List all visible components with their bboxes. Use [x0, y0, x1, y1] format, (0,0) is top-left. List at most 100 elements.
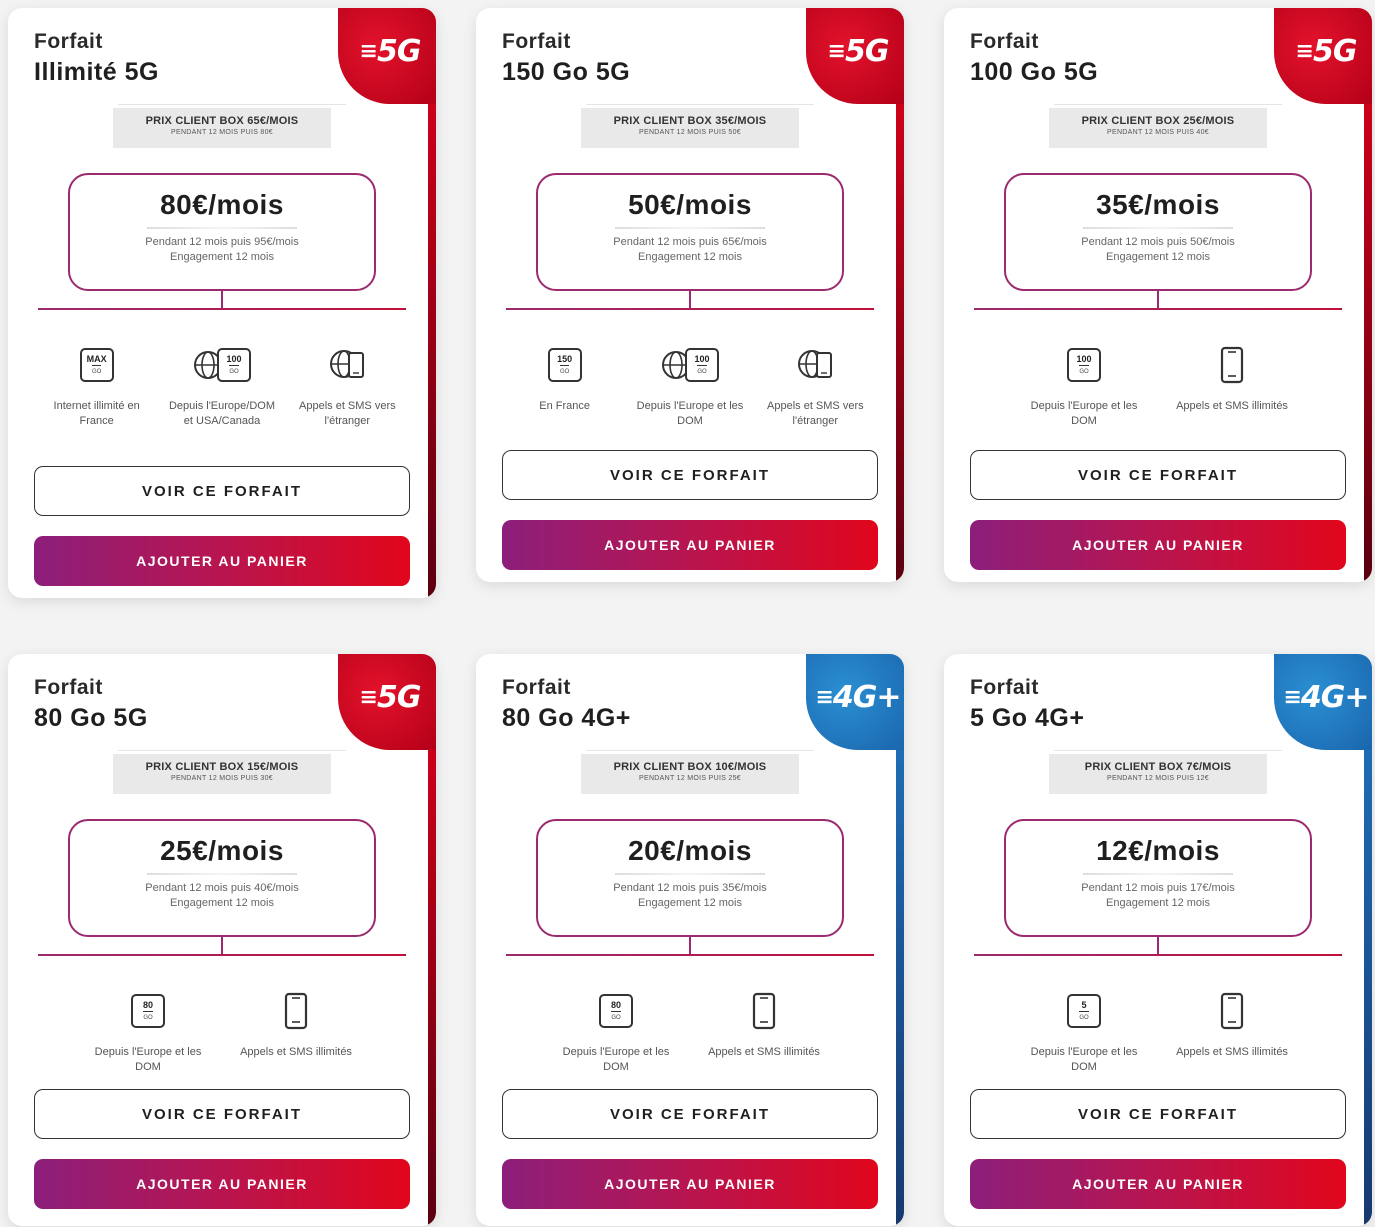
- plan-title-prefix: Forfait: [502, 30, 571, 53]
- feature-label: Appels et SMS illimités: [708, 1046, 820, 1058]
- price-underline: [615, 873, 765, 875]
- phone-icon: [1174, 343, 1290, 387]
- network-badge: ≡ 4G+: [806, 654, 904, 750]
- promo-duration: PENDANT 12 MOIS PUIS 12€: [1107, 775, 1209, 782]
- commitment: Engagement 12 mois: [1106, 897, 1210, 909]
- commitment: Engagement 12 mois: [638, 251, 742, 263]
- add-to-cart-button[interactable]: AJOUTER AU PANIER: [34, 536, 410, 586]
- data-100-icon: 100 GO: [1026, 343, 1142, 387]
- feature-item: 80 GO Depuis l'Europe et les DOM: [90, 989, 206, 1075]
- feature-item: 80 GO Depuis l'Europe et les DOM: [558, 989, 674, 1075]
- add-to-cart-button[interactable]: AJOUTER AU PANIER: [970, 520, 1346, 570]
- data-amount: 80: [142, 999, 153, 1010]
- feature-item: Appels et SMS illimités: [1174, 343, 1290, 429]
- promo-price: PRIX CLIENT BOX 25€/MOIS: [1081, 115, 1235, 127]
- price-detail: Pendant 12 mois puis 35€/mois: [613, 882, 767, 894]
- price-box: 50€/mois Pendant 12 mois puis 65€/mois E…: [536, 173, 844, 291]
- features-list: 80 GO Depuis l'Europe et les DOM Appels …: [34, 989, 410, 1075]
- view-plan-button[interactable]: VOIR CE FORFAIT: [34, 466, 410, 516]
- add-to-cart-button[interactable]: AJOUTER AU PANIER: [502, 1159, 878, 1209]
- box-client-promo: PRIX CLIENT BOX 25€/MOIS PENDANT 12 MOIS…: [1049, 108, 1267, 148]
- plan-card: ≡ 4G+ Forfait 80 Go 4G+ PRIX CLIENT BOX …: [476, 654, 904, 1226]
- data-amount: 80: [610, 999, 621, 1010]
- price-underline: [147, 873, 297, 875]
- data-unit: GO: [229, 364, 239, 377]
- plan-price: 50€/mois: [628, 189, 752, 220]
- data-amount: 150: [557, 353, 573, 364]
- network-badge: ≡ 4G+: [1274, 654, 1372, 750]
- data-80-icon: 80 GO: [90, 989, 206, 1033]
- network-label: 4G+: [832, 679, 902, 715]
- view-plan-button[interactable]: VOIR CE FORFAIT: [502, 1089, 878, 1139]
- feature-label: Appels et SMS illimités: [240, 1046, 352, 1058]
- plan-price: 12€/mois: [1096, 835, 1220, 866]
- feature-item: 100 GO Depuis l'Europe et les DOM: [632, 343, 748, 429]
- feature-label: Depuis l'Europe et les DOM: [94, 1046, 202, 1073]
- price-detail: Pendant 12 mois puis 17€/mois: [1081, 882, 1235, 894]
- speed-lines-icon: ≡: [1295, 38, 1315, 64]
- card-accent-edge: [1364, 78, 1372, 582]
- commitment: Engagement 12 mois: [1106, 251, 1210, 263]
- feature-label: Depuis l'Europe et les DOM: [1030, 1046, 1138, 1073]
- feature-item: Appels et SMS illimités: [706, 989, 822, 1075]
- data-unit: GO: [697, 364, 707, 377]
- add-to-cart-button[interactable]: AJOUTER AU PANIER: [970, 1159, 1346, 1209]
- data-unit: GO: [559, 364, 570, 377]
- feature-item: 100 GO Depuis l'Europe/DOM et USA/Canada: [164, 343, 280, 429]
- promo-duration: PENDANT 12 MOIS PUIS 50€: [639, 129, 741, 136]
- view-plan-button[interactable]: VOIR CE FORFAIT: [970, 1089, 1346, 1139]
- add-to-cart-button[interactable]: AJOUTER AU PANIER: [502, 520, 878, 570]
- feature-item: 5 GO Depuis l'Europe et les DOM: [1026, 989, 1142, 1075]
- features-divider: [974, 954, 1342, 956]
- network-label: 5G: [376, 33, 421, 69]
- max-data-icon: MAX GO: [39, 343, 155, 387]
- price-box: 25€/mois Pendant 12 mois puis 40€/mois E…: [68, 819, 376, 937]
- view-plan-button[interactable]: VOIR CE FORFAIT: [34, 1089, 410, 1139]
- card-accent-edge: [428, 78, 436, 598]
- price-box: 12€/mois Pendant 12 mois puis 17€/mois E…: [1004, 819, 1312, 937]
- feature-item: Appels et SMS vers l'étranger: [757, 343, 873, 429]
- promo-duration: PENDANT 12 MOIS PUIS 40€: [1107, 129, 1209, 136]
- add-to-cart-button[interactable]: AJOUTER AU PANIER: [34, 1159, 410, 1209]
- network-label: 5G: [1312, 33, 1357, 69]
- plan-title-prefix: Forfait: [502, 676, 571, 699]
- box-client-promo: PRIX CLIENT BOX 65€/MOIS PENDANT 12 MOIS…: [113, 108, 331, 148]
- view-plan-button[interactable]: VOIR CE FORFAIT: [502, 450, 878, 500]
- price-detail: Pendant 12 mois puis 50€/mois: [1081, 236, 1235, 248]
- plan-title-prefix: Forfait: [34, 30, 103, 53]
- plan-card: ≡ 5G Forfait 100 Go 5G PRIX CLIENT BOX 2…: [944, 8, 1372, 582]
- data-amount: 100: [1076, 353, 1092, 364]
- plan-title-prefix: Forfait: [970, 676, 1039, 699]
- connector-line: [221, 937, 223, 955]
- phone-icon: [1174, 989, 1290, 1033]
- speed-lines-icon: ≡: [827, 38, 847, 64]
- connector-line: [1157, 937, 1159, 955]
- feature-item: Appels et SMS illimités: [238, 989, 354, 1075]
- globe-data-icon: 100 GO: [164, 343, 280, 387]
- feature-item: MAX GO Internet illimité en France: [39, 343, 155, 429]
- speed-lines-icon: ≡: [359, 38, 379, 64]
- price-detail: Pendant 12 mois puis 40€/mois: [145, 882, 299, 894]
- features-list: 150 GO En France 100 GO Depuis l'Europe …: [502, 343, 878, 429]
- plan-price: 35€/mois: [1096, 189, 1220, 220]
- data-5-icon: 5 GO: [1026, 989, 1142, 1033]
- box-client-promo: PRIX CLIENT BOX 35€/MOIS PENDANT 12 MOIS…: [581, 108, 799, 148]
- card-accent-edge: [896, 78, 904, 582]
- divider: [1054, 104, 1282, 105]
- network-label: 5G: [376, 679, 421, 715]
- promo-price: PRIX CLIENT BOX 15€/MOIS: [145, 761, 299, 773]
- promo-price: PRIX CLIENT BOX 35€/MOIS: [613, 115, 767, 127]
- view-plan-button[interactable]: VOIR CE FORFAIT: [970, 450, 1346, 500]
- divider: [1054, 750, 1282, 751]
- connector-line: [221, 291, 223, 309]
- plan-card: ≡ 5G Forfait 150 Go 5G PRIX CLIENT BOX 3…: [476, 8, 904, 582]
- feature-item: 100 GO Depuis l'Europe et les DOM: [1026, 343, 1142, 429]
- promo-price: PRIX CLIENT BOX 65€/MOIS: [145, 115, 299, 127]
- plan-card: ≡ 5G Forfait Illimité 5G PRIX CLIENT BOX…: [8, 8, 436, 598]
- phone-icon: [706, 989, 822, 1033]
- features-divider: [506, 954, 874, 956]
- commitment: Engagement 12 mois: [170, 251, 274, 263]
- plan-title: 5 Go 4G+: [970, 704, 1085, 732]
- feature-label: Appels et SMS vers l'étranger: [767, 400, 864, 427]
- price-underline: [1083, 227, 1233, 229]
